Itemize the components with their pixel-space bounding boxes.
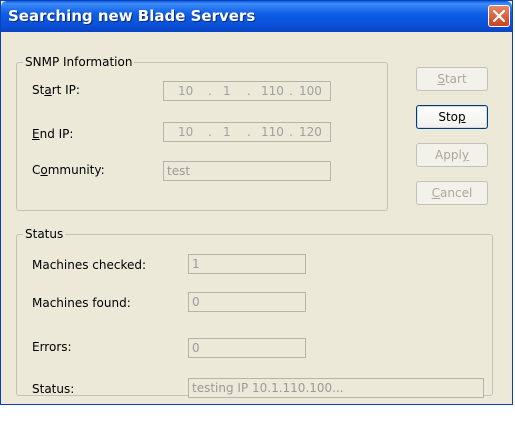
errors-field: 0	[188, 338, 306, 358]
machines-checked-label: Machines checked:	[32, 258, 147, 272]
ip-dot: .	[289, 125, 293, 139]
end-ip-octet-2: 1	[223, 125, 231, 139]
start-ip-octet-4: 100	[299, 84, 322, 98]
apply-button[interactable]: Apply	[416, 143, 488, 167]
close-button[interactable]	[488, 5, 510, 27]
ip-dot: .	[289, 84, 293, 98]
end-ip-octet-3: 110	[261, 125, 284, 139]
stop-button[interactable]: Stop	[416, 105, 488, 129]
machines-found-field: 0	[188, 292, 306, 312]
dialog-window: Searching new Blade Servers SNMP Informa…	[0, 0, 513, 405]
end-ip-octet-4: 120	[299, 125, 322, 139]
machines-checked-field: 1	[188, 254, 306, 274]
start-ip-octet-1: 10	[178, 84, 194, 98]
close-icon	[493, 10, 505, 22]
ip-dot: .	[208, 84, 212, 98]
window-title: Searching new Blade Servers	[8, 7, 256, 25]
ip-dot: .	[208, 125, 212, 139]
ip-dot: .	[247, 84, 251, 98]
cancel-button[interactable]: Cancel	[416, 181, 488, 205]
start-ip-field[interactable]: 10 . 1 . 110 . 100	[163, 81, 331, 101]
status-label: Status:	[32, 382, 75, 396]
status-field: testing IP 10.1.110.100...	[188, 378, 484, 398]
start-button[interactable]: Start	[416, 67, 488, 91]
errors-label: Errors:	[32, 340, 72, 354]
ip-dot: .	[247, 125, 251, 139]
start-ip-octet-3: 110	[261, 84, 284, 98]
snmp-group-label: SNMP Information	[23, 55, 135, 69]
status-group-label: Status	[23, 227, 66, 241]
start-ip-label: Start IP:	[32, 83, 80, 97]
end-ip-octet-1: 10	[178, 125, 194, 139]
machines-found-label: Machines found:	[32, 296, 131, 310]
end-ip-field[interactable]: 10 . 1 . 110 . 120	[163, 122, 331, 142]
community-field[interactable]: test	[163, 161, 331, 181]
end-ip-label: End IP:	[32, 127, 74, 141]
start-ip-octet-2: 1	[223, 84, 231, 98]
community-label: Community:	[32, 163, 105, 177]
title-bar[interactable]: Searching new Blade Servers	[1, 1, 512, 32]
